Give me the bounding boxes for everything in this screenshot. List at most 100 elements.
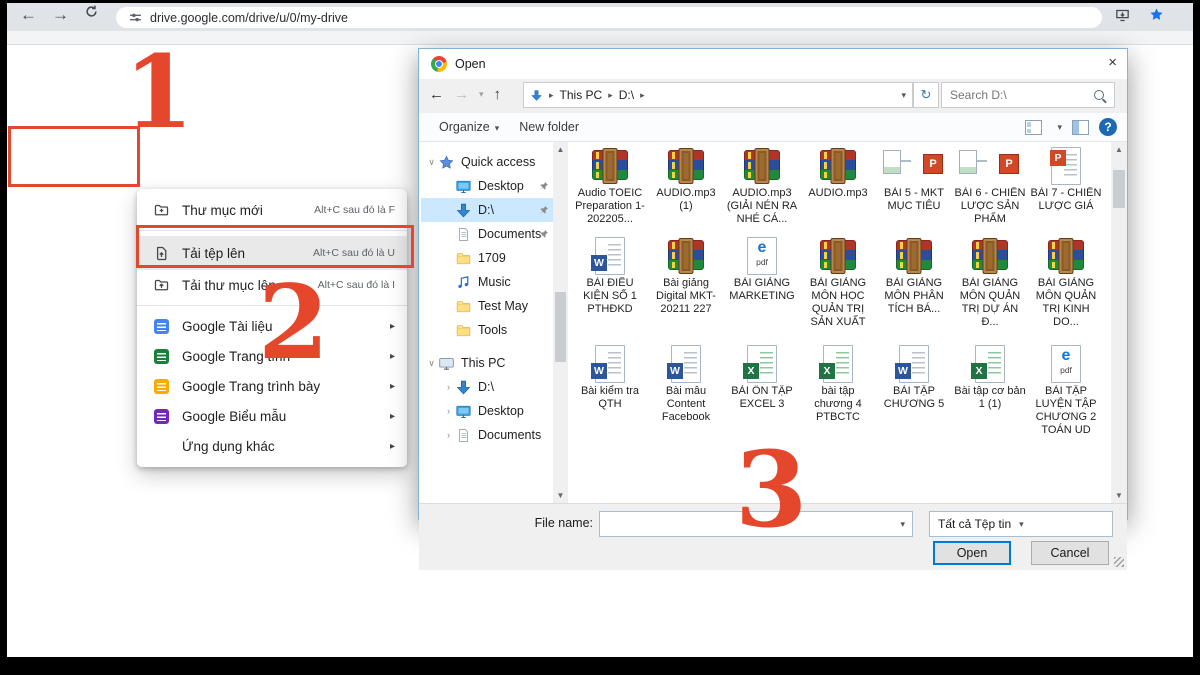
- file-item-7[interactable]: WBÀI ĐIỀU KIỆN SỐ 1 PTHĐKD: [573, 236, 647, 316]
- drive-icon: [455, 379, 472, 396]
- nav-back-icon[interactable]: ←: [429, 86, 444, 103]
- rar-file-icon: [649, 236, 723, 274]
- file-item-5[interactable]: PBÀI 6 - CHIẾN LƯỢC SẢN PHẨM: [953, 146, 1027, 226]
- tree-item-tools[interactable]: Tools: [421, 318, 553, 342]
- tree-item-desktop[interactable]: Desktop: [421, 174, 553, 198]
- file-item-3[interactable]: AUDIO.mp3: [801, 146, 875, 200]
- file-item-10[interactable]: BÀI GIẢNG MÔN HỌC QUẢN TRỊ SẢN XUẤT: [801, 236, 875, 329]
- bookmark-star-icon[interactable]: [1148, 6, 1165, 28]
- tree-expander-icon[interactable]: ∨: [425, 358, 438, 369]
- file-type-select[interactable]: Tất cả Tệp tin ▾: [929, 511, 1113, 537]
- tree-expander-icon[interactable]: ›: [442, 430, 455, 440]
- file-item-14[interactable]: WBài kiểm tra QTH: [573, 344, 647, 411]
- tree-item-d-[interactable]: D:\: [421, 198, 553, 222]
- url-text: drive.google.com/drive/u/0/my-drive: [150, 11, 348, 25]
- submenu-arrow-icon: ▸: [390, 381, 395, 392]
- rar-file-icon: [953, 236, 1027, 274]
- tree-item-test-may[interactable]: Test May: [421, 294, 553, 318]
- tree-item-label: Test May: [478, 299, 528, 313]
- tree-expander-icon[interactable]: ∨: [425, 157, 438, 168]
- rar-file-icon: [801, 236, 875, 274]
- file-item-16[interactable]: XBÀI ÔN TẬP EXCEL 3: [725, 344, 799, 411]
- file-item-19[interactable]: XBài tập cơ bản 1 (1): [953, 344, 1027, 411]
- dialog-address-bar[interactable]: ▸ This PC ▸ D:\ ▸ ▾: [523, 82, 913, 108]
- step2-number: 2: [258, 272, 329, 374]
- tree-expander-icon[interactable]: ›: [442, 406, 455, 416]
- type-dropdown-icon[interactable]: ▾: [1019, 519, 1024, 530]
- resize-grip[interactable]: [1114, 557, 1124, 567]
- dialog-search-box[interactable]: Search D:\: [941, 82, 1115, 108]
- grid-scrollbar[interactable]: ▲ ▼: [1111, 142, 1127, 503]
- menu-item-more-apps[interactable]: Ứng dụng khác▸: [137, 431, 407, 461]
- new-folder-button[interactable]: New folder: [519, 120, 579, 134]
- rar-file-icon: [649, 146, 723, 184]
- tree-item-documents[interactable]: Documents: [421, 222, 553, 246]
- file-item-4[interactable]: PBÀI 5 - MKT MỤC TIÊU: [877, 146, 951, 213]
- tree-item-label: Music: [478, 275, 511, 289]
- tree-item-label: Quick access: [461, 155, 535, 169]
- tree-item-d-[interactable]: › D:\: [421, 375, 553, 399]
- nav-forward-icon[interactable]: →: [454, 86, 469, 103]
- file-item-8[interactable]: Bài giảng Digital MKT-20211 227: [649, 236, 723, 316]
- nav-up-icon[interactable]: ↑: [494, 86, 502, 103]
- site-settings-icon[interactable]: [129, 11, 142, 29]
- dialog-nav-row: ← → ▾ ↑ ▸ This PC ▸ D:\ ▸ ▾ ↻ Search D:\: [419, 79, 1127, 109]
- back-icon[interactable]: ←: [20, 5, 37, 25]
- tree-item-music[interactable]: Music: [421, 270, 553, 294]
- tree-item-label: D:\: [478, 380, 494, 394]
- file-item-12[interactable]: BÀI GIẢNG MÔN QUẢN TRỊ DỰ ÁN Đ...: [953, 236, 1027, 329]
- cancel-button[interactable]: Cancel: [1031, 541, 1109, 565]
- file-item-1[interactable]: AUDIO.mp3 (1): [649, 146, 723, 213]
- step1-number: 1: [124, 42, 194, 142]
- organize-button[interactable]: Organize▾: [439, 120, 499, 134]
- file-item-18[interactable]: WBÀI TẬP CHƯƠNG 5: [877, 344, 951, 411]
- close-icon[interactable]: ×: [1108, 54, 1117, 71]
- menu-item-google-forms[interactable]: Google Biểu mẫu▸: [137, 401, 407, 431]
- tree-item-documents[interactable]: ›Documents: [421, 423, 553, 447]
- ppt-shortcut-file-icon: P: [953, 146, 1027, 184]
- address-bar[interactable]: drive.google.com/drive/u/0/my-drive: [116, 7, 1102, 28]
- tree-expander-icon[interactable]: ›: [442, 382, 455, 392]
- ppt-file-icon: P: [1029, 146, 1103, 184]
- preview-pane-icon[interactable]: [1072, 120, 1089, 135]
- file-item-6[interactable]: PBÀI 7 - CHIẾN LƯỢC GIÁ: [1029, 146, 1103, 213]
- word-file-icon: W: [573, 236, 647, 274]
- dialog-titlebar[interactable]: Open ×: [419, 49, 1127, 79]
- nav-history-icon[interactable]: ▾: [479, 89, 484, 100]
- documents-icon: [455, 226, 472, 243]
- refresh-button[interactable]: ↻: [913, 82, 939, 108]
- path-this-pc[interactable]: This PC: [560, 88, 603, 102]
- tree-item-quick-access[interactable]: ∨ Quick access: [421, 150, 553, 174]
- rar-file-icon: [1029, 236, 1103, 274]
- reload-icon[interactable]: [84, 4, 99, 24]
- file-item-2[interactable]: AUDIO.mp3 (GIẢI NÉN RA NHÉ CÁ...: [725, 146, 799, 226]
- folder-up-icon: [153, 277, 170, 294]
- forward-icon[interactable]: →: [52, 5, 69, 25]
- file-item-17[interactable]: Xbài tập chương 4 PTBCTC: [801, 344, 875, 424]
- dialog-help-icon[interactable]: ?: [1099, 118, 1117, 136]
- file-item-11[interactable]: BÀI GIẢNG MÔN PHÂN TÍCH BÁ...: [877, 236, 951, 316]
- view-thumbnails-icon[interactable]: [1025, 120, 1042, 135]
- word-file-icon: W: [649, 344, 723, 382]
- file-item-0[interactable]: Audio TOEIC Preparation 1-202205...: [573, 146, 647, 226]
- file-item-name: BÀI 6 - CHIẾN LƯỢC SẢN PHẨM: [953, 187, 1027, 226]
- tree-item-1709[interactable]: 1709: [421, 246, 553, 270]
- file-item-name: BÀI GIẢNG MÔN PHÂN TÍCH BÁ...: [877, 277, 951, 316]
- view-dropdown-icon[interactable]: ▾: [1057, 122, 1062, 133]
- menu-item-new-folder[interactable]: Thư mục mớiAlt+C sau đó là F: [137, 195, 407, 225]
- tree-item-label: Tools: [478, 323, 507, 337]
- submenu-arrow-icon: ▸: [390, 441, 395, 452]
- install-icon[interactable]: [1114, 7, 1131, 29]
- file-item-9[interactable]: epdfBÀI GIẢNG MARKETING: [725, 236, 799, 303]
- path-drive-d[interactable]: D:\: [619, 88, 634, 102]
- combo-dropdown-icon[interactable]: ▾: [900, 519, 905, 530]
- open-button[interactable]: Open: [933, 541, 1011, 565]
- file-item-20[interactable]: epdfBÀI TẬP LUYỆN TẬP CHƯƠNG 2 TOÁN UD: [1029, 344, 1103, 437]
- address-dropdown-icon[interactable]: ▾: [901, 90, 906, 101]
- tree-scrollbar[interactable]: ▲ ▼: [553, 142, 568, 503]
- tree-item-this-pc[interactable]: ∨This PC: [421, 351, 553, 375]
- file-item-13[interactable]: BÀI GIẢNG MÔN QUẢN TRỊ KINH DO...: [1029, 236, 1103, 329]
- dialog-toolbar: Organize▾ New folder ▾ ?: [419, 113, 1127, 142]
- file-item-15[interactable]: WBài mẫu Content Facebook: [649, 344, 723, 424]
- tree-item-desktop[interactable]: ›Desktop: [421, 399, 553, 423]
